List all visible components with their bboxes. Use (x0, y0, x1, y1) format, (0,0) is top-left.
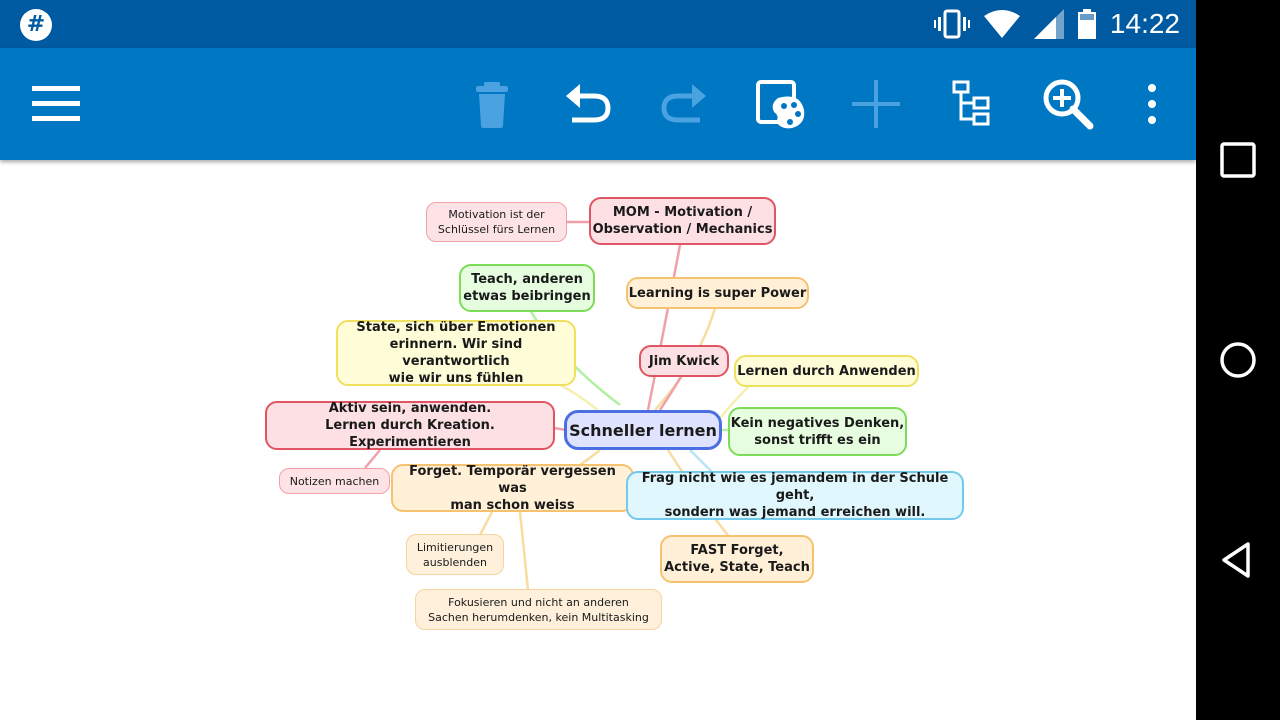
status-bar: # 14:22 (0, 0, 1196, 48)
home-circle-icon[interactable] (1216, 338, 1260, 382)
menu-icon[interactable] (28, 76, 84, 132)
node-lernen-anwenden[interactable]: Lernen durch Anwenden (734, 355, 919, 387)
toolbar (0, 48, 1196, 160)
palette-icon[interactable] (752, 76, 808, 132)
node-mom[interactable]: MOM - Motivation / Observation / Mechani… (589, 197, 776, 245)
status-icons: 14:22 (933, 0, 1180, 48)
node-teach[interactable]: Teach, anderen etwas beibringen (459, 264, 595, 312)
node-jim-kwick[interactable]: Jim Kwick (639, 345, 729, 377)
back-triangle-icon[interactable] (1216, 538, 1260, 582)
tree-view-icon[interactable] (944, 76, 1000, 132)
node-frag[interactable]: Frag nicht wie es jemandem in der Schule… (626, 471, 964, 520)
node-fokussieren[interactable]: Fokusieren und nicht an anderen Sachen h… (415, 589, 662, 630)
mindmap-canvas[interactable]: MOM - Motivation / Observation / Mechani… (0, 160, 1196, 720)
more-vert-icon[interactable] (1124, 76, 1180, 132)
zoom-icon[interactable] (1040, 76, 1096, 132)
nav-bar (1196, 0, 1280, 720)
node-forget[interactable]: Forget. Temporär vergessen was man schon… (391, 464, 634, 513)
edge-forget-fokus (518, 511, 530, 591)
redo-icon[interactable] (656, 76, 712, 132)
node-limitierungen[interactable]: Limitierungen ausblenden (406, 534, 504, 575)
vibrate-icon (933, 9, 970, 39)
edge-forget-limit (478, 511, 494, 536)
edge-aktiv-notizen (364, 449, 381, 469)
node-learning-power[interactable]: Learning is super Power (626, 277, 809, 309)
edge-root-frag (689, 449, 713, 473)
trash-icon[interactable] (464, 76, 520, 132)
edge-root-jim (658, 374, 684, 411)
node-root[interactable]: Schneller lernen (564, 410, 722, 450)
recents-square-icon[interactable] (1216, 138, 1260, 182)
node-state[interactable]: State, sich über Emotionen erinnern. Wir… (336, 320, 576, 386)
add-icon[interactable] (848, 76, 904, 132)
node-notizen[interactable]: Notizen machen (279, 468, 390, 494)
battery-icon (1077, 9, 1096, 39)
node-fast[interactable]: FAST Forget, Active, State, Teach (660, 535, 814, 583)
clock: 14:22 (1109, 8, 1180, 39)
undo-icon[interactable] (560, 76, 616, 132)
signal-icon (1033, 9, 1064, 39)
node-kein-negativ[interactable]: Kein negatives Denken, sonst trifft es e… (728, 407, 907, 456)
node-motivation[interactable]: Motivation ist der Schlüssel fürs Lernen (426, 202, 567, 242)
hash-badge-icon: # (20, 9, 52, 41)
wifi-icon (983, 10, 1020, 38)
node-aktiv[interactable]: Aktiv sein, anwenden. Lernen durch Kreat… (265, 401, 555, 450)
